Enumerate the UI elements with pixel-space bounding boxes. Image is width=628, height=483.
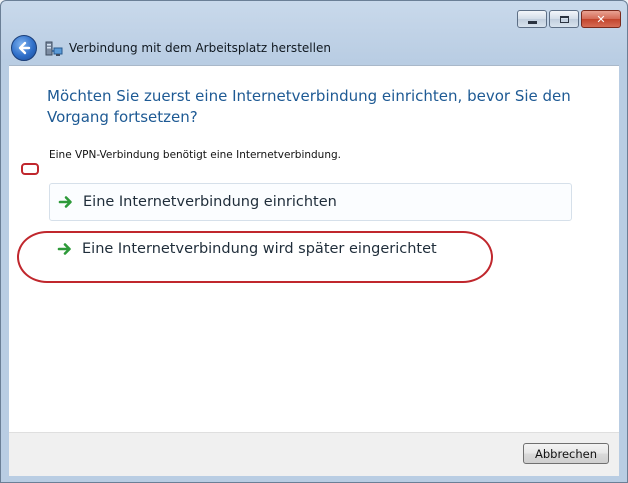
annotation-highlight-ring xyxy=(17,231,493,283)
wizard-nav-bar: Verbindung mit dem Arbeitsplatz herstell… xyxy=(9,34,619,62)
minimize-button[interactable] xyxy=(517,10,547,28)
close-icon: ✕ xyxy=(596,12,606,26)
close-button[interactable]: ✕ xyxy=(581,10,621,28)
wizard-content: Möchten Sie zuerst eine Internetverbindu… xyxy=(9,65,619,432)
option-setup-connection[interactable]: Eine Internetverbindung einrichten xyxy=(49,183,572,221)
green-arrow-icon xyxy=(58,196,72,208)
caption-buttons: ✕ xyxy=(517,10,621,28)
back-arrow-icon xyxy=(18,41,31,55)
minimize-icon xyxy=(527,20,537,24)
option-label: Eine Internetverbindung einrichten xyxy=(83,194,337,210)
window-title: Verbindung mit dem Arbeitsplatz herstell… xyxy=(69,41,331,55)
cancel-button[interactable]: Abbrechen xyxy=(523,443,609,464)
annotation-marker xyxy=(21,163,39,175)
back-button[interactable] xyxy=(11,35,37,61)
wizard-footer: Abbrechen xyxy=(9,432,619,476)
wizard-window: ✕ Verbindung mit dem Arbeitsplatz herste… xyxy=(0,0,628,483)
maximize-icon xyxy=(559,15,569,23)
info-text: Eine VPN-Verbindung benötigt eine Intern… xyxy=(49,149,341,161)
page-heading: Möchten Sie zuerst eine Internetverbindu… xyxy=(47,87,571,126)
network-connection-icon xyxy=(45,41,63,56)
maximize-button[interactable] xyxy=(549,10,579,28)
title-bar[interactable]: ✕ xyxy=(1,1,627,33)
